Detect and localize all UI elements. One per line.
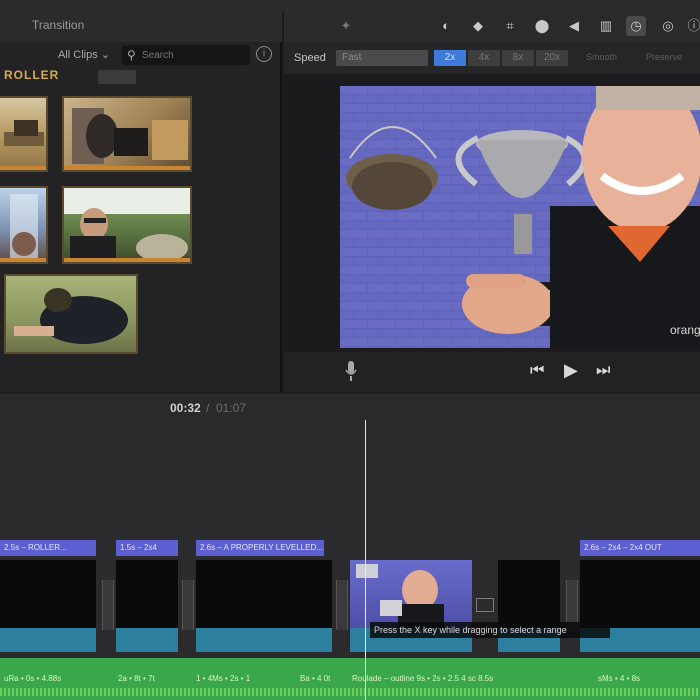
speed-option-2x[interactable]: 2x [434, 50, 466, 66]
clip-label: 2.6s – 2x4 – 2x4 OUT [580, 540, 700, 556]
clip-image [356, 564, 444, 628]
timecode-row: 00:32 / 01:07 [0, 394, 700, 420]
search-input[interactable] [142, 47, 244, 63]
music-segment-label: uRa • 0s • 4.88s [4, 674, 62, 683]
speed-option-20x[interactable]: 20x [536, 50, 568, 66]
volume-icon[interactable]: ◀ [564, 16, 584, 36]
playback-controls: ⏮ ▶ ⏭ [284, 352, 700, 392]
clip-image [10, 194, 38, 260]
smooth-checkbox[interactable]: Smooth [586, 52, 617, 62]
music-segment-label: sMs • 4 • 8s [598, 674, 641, 683]
info-icon[interactable]: ⓘ [684, 16, 700, 36]
speed-option-4x[interactable]: 4x [468, 50, 500, 66]
speed-controls: Speed Fast 2x 4x 8x 20x Smooth Preserve [284, 42, 700, 74]
media-browser: Transition All Clips ⌄ ⚲ i ROLLER [0, 10, 282, 392]
clip-image [14, 288, 128, 344]
music-segment-label: 1 • 4Ms • 2s • 1 [196, 674, 251, 683]
clip-image [64, 188, 190, 262]
event-title: ROLLER [4, 68, 60, 82]
play-icon[interactable]: ▶ [564, 360, 578, 381]
drag-hint-tooltip: Press the X key while dragging to select… [370, 622, 610, 638]
clip-image [72, 108, 188, 164]
stabilization-icon[interactable]: ⬤ [532, 16, 552, 36]
filter-icon[interactable]: ◎ [658, 16, 678, 36]
current-timecode: 00:32 [170, 401, 201, 415]
microphone-icon[interactable] [344, 360, 358, 382]
clip-frames [498, 560, 560, 628]
music-waveform [0, 688, 700, 696]
clip-audio [116, 628, 178, 652]
clip-thumbnail[interactable] [4, 274, 138, 354]
skip-forward-icon[interactable]: ⏭ [596, 362, 610, 380]
clip-image [4, 120, 44, 146]
clip-used-bar [0, 166, 46, 170]
clip-thumbnail[interactable] [0, 186, 48, 264]
clip-label: 1.5s – 2x4 [116, 540, 178, 556]
transition-marker[interactable] [102, 580, 114, 630]
crop-icon[interactable]: ⌗ [500, 16, 520, 36]
background-music-track[interactable]: uRa • 0s • 4.88s 2a • 8t • 7t 1 • 4Ms • … [0, 658, 700, 700]
clip-audio [196, 628, 332, 652]
clip-used-bar [0, 258, 46, 262]
clips-filter-select[interactable]: All Clips ⌄ [58, 48, 110, 61]
clip-info-icon[interactable]: i [256, 46, 272, 62]
video-frame[interactable]: orang [340, 86, 700, 348]
browser-tabs: Transition [0, 10, 282, 42]
timeline-clip[interactable]: 2.6s – A PROPERLY LEVELLED... [196, 540, 332, 652]
clip-used-bar [64, 258, 190, 262]
magic-wand-icon[interactable]: ✦ [336, 16, 356, 36]
adjustments-toolbar: ✦ ◐ ◆ ⌗ ⬤ ◀ ▥ ◷ ◎ ⓘ [284, 10, 700, 42]
chevron-down-icon: ⌄ [100, 49, 111, 61]
video-image: orang [340, 86, 700, 348]
speed-label: Speed [294, 52, 326, 64]
event-filter-chip[interactable] [98, 70, 136, 84]
speed-icon[interactable]: ◷ [626, 16, 646, 36]
clip-label: 2.5s – ROLLER... [0, 540, 96, 556]
timeline-clip[interactable]: 1.5s – 2x4 [116, 540, 178, 652]
clips-filter-label: All Clips [58, 49, 98, 61]
search-box[interactable]: ⚲ [122, 45, 250, 65]
clip-frames [0, 560, 96, 628]
clip-frames [116, 560, 178, 628]
clip-used-bar [64, 166, 190, 170]
svg-text:orang: orang [670, 323, 700, 337]
playhead[interactable] [365, 420, 366, 700]
music-segment-label: Ba • 4 0t [300, 674, 331, 683]
clip-audio [0, 628, 96, 652]
timecode-separator: / [206, 401, 210, 415]
transition-marker[interactable] [336, 580, 348, 630]
transition-icon[interactable] [476, 598, 494, 612]
clip-frames [196, 560, 332, 628]
viewer: orang [284, 74, 700, 352]
clip-frames [350, 560, 472, 628]
browser-toolbar: All Clips ⌄ ⚲ i [0, 42, 282, 70]
clip-thumbnail[interactable] [62, 96, 192, 172]
music-segment-label: 2a • 8t • 7t [118, 674, 155, 683]
total-duration: 01:07 [216, 401, 247, 415]
clip-label: 2.6s – A PROPERLY LEVELLED... [196, 540, 324, 556]
transition-marker[interactable] [182, 580, 194, 630]
timeline-clip[interactable]: 2.5s – ROLLER... [0, 540, 96, 652]
preserve-pitch-checkbox[interactable]: Preserve [646, 52, 682, 62]
tab-transition[interactable]: Transition [32, 18, 84, 32]
clip-label [498, 540, 560, 556]
clip-frames [580, 560, 700, 628]
color-correction-icon[interactable]: ◆ [468, 16, 488, 36]
speed-select[interactable]: Fast [336, 50, 428, 66]
clip-thumbnail[interactable] [62, 186, 192, 264]
color-balance-icon[interactable]: ◐ [436, 16, 456, 36]
speed-option-8x[interactable]: 8x [502, 50, 534, 66]
skip-back-icon[interactable]: ⏮ [530, 362, 544, 380]
search-icon: ⚲ [127, 48, 136, 62]
clip-thumbnail[interactable] [0, 96, 48, 172]
window-top-strip [0, 0, 700, 10]
equalizer-icon[interactable]: ▥ [596, 16, 616, 36]
music-segment-label: Roulade – outline 9s • 2s • 2.5 4 sc 8.5… [352, 674, 494, 683]
